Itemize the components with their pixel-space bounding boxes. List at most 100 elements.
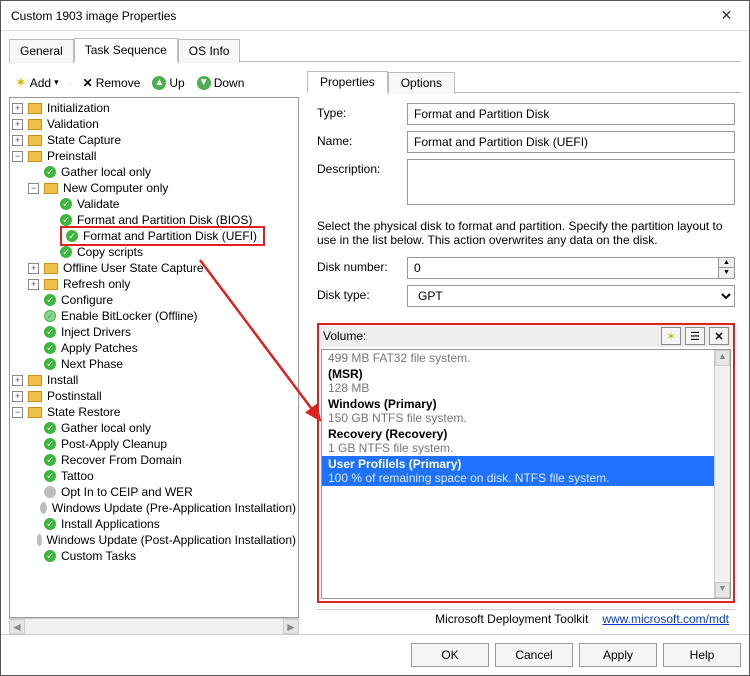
tree-enable-bitlocker[interactable]: Enable BitLocker (Offline) <box>59 309 200 323</box>
brand-name: Microsoft Deployment Toolkit <box>435 612 588 626</box>
disabled-icon <box>40 502 47 514</box>
tree-install[interactable]: Install <box>45 373 80 387</box>
task-sequence-tree[interactable]: +Initialization +Validation +State Captu… <box>9 97 299 618</box>
tree-initialization[interactable]: Initialization <box>45 101 112 115</box>
outer-tabs: General Task Sequence OS Info <box>1 31 749 61</box>
disk-type-label: Disk type: <box>317 285 397 302</box>
tab-general[interactable]: General <box>9 39 74 63</box>
tree-toolbar: ✶ Add ▾ · ✕ Remove ▲ Up ▼ Down <box>9 70 299 97</box>
folder-icon <box>28 375 42 386</box>
cancel-button[interactable]: Cancel <box>495 643 573 667</box>
check-icon: ✓ <box>60 214 72 226</box>
tree-copy-scripts[interactable]: Copy scripts <box>75 245 145 259</box>
check-icon: ✓ <box>44 550 56 562</box>
volume-item[interactable]: 499 MB FAT32 file system. <box>322 350 730 366</box>
x-icon: ✕ <box>714 330 723 343</box>
tree-state-capture[interactable]: State Capture <box>45 133 123 147</box>
add-button[interactable]: ✶ Add ▾ <box>11 72 63 93</box>
close-icon[interactable]: ✕ <box>704 1 749 31</box>
task-sequence-panel: ✶ Add ▾ · ✕ Remove ▲ Up ▼ Down <box>9 61 741 634</box>
volume-item[interactable]: Windows (Primary) 150 GB NTFS file syste… <box>322 396 730 426</box>
x-icon: ✕ <box>83 76 93 90</box>
delete-volume-button[interactable]: ✕ <box>709 327 729 345</box>
type-field <box>407 103 735 125</box>
volume-item-selected[interactable]: User Profilels (Primary) 100 % of remain… <box>322 456 730 486</box>
tree-validation[interactable]: Validation <box>45 117 101 131</box>
volume-list[interactable]: 499 MB FAT32 file system. (MSR) 128 MB W… <box>321 349 731 599</box>
disabled-icon <box>44 486 56 498</box>
spin-up-icon[interactable]: ▲ <box>719 258 734 268</box>
apply-button[interactable]: Apply <box>579 643 657 667</box>
tree-configure[interactable]: Configure <box>59 293 115 307</box>
tab-os-info[interactable]: OS Info <box>178 39 241 63</box>
ok-button[interactable]: OK <box>411 643 489 667</box>
tree-validate[interactable]: Validate <box>75 197 121 211</box>
dialog-buttons: OK Cancel Apply Help <box>1 634 749 675</box>
tree-inject-drivers[interactable]: Inject Drivers <box>59 325 133 339</box>
tree-ceip[interactable]: Opt In to CEIP and WER <box>59 485 195 499</box>
tree-fapd-uefi[interactable]: Format and Partition Disk (UEFI) <box>81 229 259 243</box>
volume-label: Volume: <box>323 329 657 343</box>
tab-options[interactable]: Options <box>388 72 455 94</box>
help-button[interactable]: Help <box>663 643 741 667</box>
tree-recover-domain[interactable]: Recover From Domain <box>59 453 184 467</box>
check-icon: ✓ <box>60 198 72 210</box>
check-icon: ✓ <box>44 438 56 450</box>
folder-icon <box>28 103 42 114</box>
properties-dialog: Custom 1903 image Properties ✕ General T… <box>0 0 750 676</box>
disk-number-field[interactable] <box>407 257 719 279</box>
tree-tattoo[interactable]: Tattoo <box>59 469 96 483</box>
folder-icon <box>28 135 42 146</box>
folder-icon <box>28 407 42 418</box>
tree-wu-pre[interactable]: Windows Update (Pre-Application Installa… <box>50 501 298 515</box>
inner-tabs: Properties Options <box>307 70 741 93</box>
spin-down-icon[interactable]: ▼ <box>719 268 734 278</box>
tree-postinstall[interactable]: Postinstall <box>45 389 104 403</box>
properties-volume-button[interactable]: ☰ <box>685 327 705 345</box>
tree-gather-local-2[interactable]: Gather local only <box>59 421 153 435</box>
folder-icon <box>44 183 58 194</box>
new-volume-button[interactable]: ✶ <box>661 327 681 345</box>
tree-next-phase[interactable]: Next Phase <box>59 357 125 371</box>
volume-box: Volume: ✶ ☰ ✕ 499 MB FAT32 file system. … <box>317 323 735 603</box>
tree-refresh-only[interactable]: Refresh only <box>61 277 132 291</box>
vertical-scrollbar[interactable]: ▲▼ <box>714 350 730 598</box>
tree-new-computer[interactable]: New Computer only <box>61 181 170 195</box>
remove-button[interactable]: ✕ Remove <box>79 74 145 92</box>
check-icon: ✓ <box>44 358 56 370</box>
tree-state-restore[interactable]: State Restore <box>45 405 122 419</box>
horizontal-scrollbar[interactable]: ◄► <box>9 618 299 634</box>
down-button[interactable]: ▼ Down <box>193 74 249 92</box>
window-title: Custom 1903 image Properties <box>11 9 704 23</box>
check-icon: ✓ <box>44 166 56 178</box>
check-icon: ✓ <box>66 230 78 242</box>
chevron-down-icon: ▾ <box>54 77 59 88</box>
tree-post-apply-cleanup[interactable]: Post-Apply Cleanup <box>59 437 169 451</box>
description-field[interactable] <box>407 159 735 205</box>
type-label: Type: <box>317 103 397 120</box>
name-field[interactable] <box>407 131 735 153</box>
tree-install-apps[interactable]: Install Applications <box>59 517 162 531</box>
disabled-icon <box>37 534 41 546</box>
left-pane: ✶ Add ▾ · ✕ Remove ▲ Up ▼ Down <box>9 70 299 634</box>
volume-item[interactable]: (MSR) 128 MB <box>322 366 730 396</box>
tree-apply-patches[interactable]: Apply Patches <box>59 341 140 355</box>
brand-link[interactable]: www.microsoft.com/mdt <box>602 612 729 626</box>
tree-custom-tasks[interactable]: Custom Tasks <box>59 549 138 563</box>
check-icon: ✓ <box>44 294 56 306</box>
tab-properties[interactable]: Properties <box>307 71 388 93</box>
disk-type-select[interactable]: GPT <box>407 285 735 307</box>
folder-icon <box>28 391 42 402</box>
tree-wu-post[interactable]: Windows Update (Post-Application Install… <box>45 533 298 547</box>
tree-gather-local[interactable]: Gather local only <box>59 165 153 179</box>
tree-offline-usc[interactable]: Offline User State Capture <box>61 261 206 275</box>
check-icon: ✓ <box>44 342 56 354</box>
tab-task-sequence[interactable]: Task Sequence <box>74 38 178 62</box>
tree-fapd-bios[interactable]: Format and Partition Disk (BIOS) <box>75 213 254 227</box>
tree-preinstall[interactable]: Preinstall <box>45 149 98 163</box>
check-icon: ✓ <box>44 454 56 466</box>
up-button[interactable]: ▲ Up <box>148 74 188 92</box>
check-icon: ✓ <box>60 246 72 258</box>
volume-item[interactable]: Recovery (Recovery) 1 GB NTFS file syste… <box>322 426 730 456</box>
disk-number-stepper[interactable]: ▲▼ <box>407 257 735 279</box>
